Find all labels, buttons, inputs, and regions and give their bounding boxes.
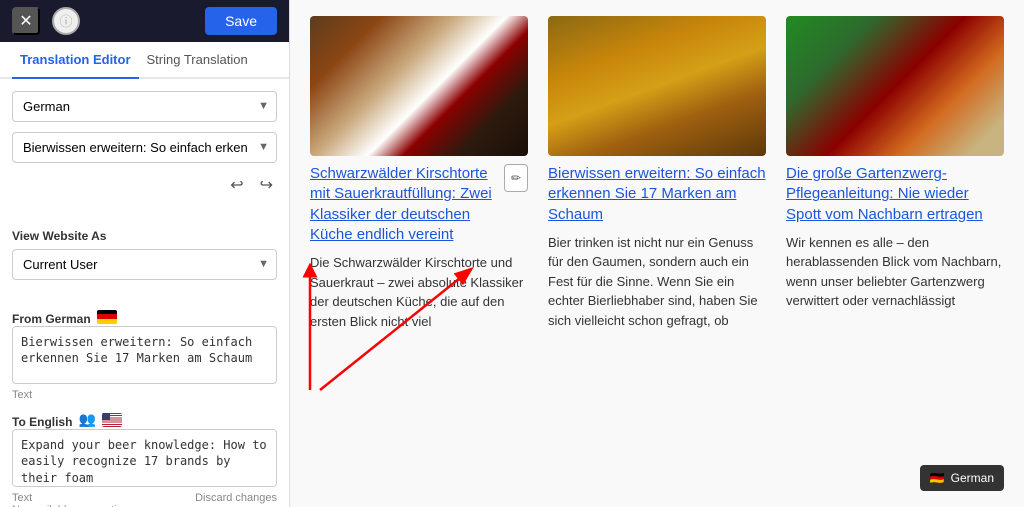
view-website-select[interactable]: Current User Guest Admin	[12, 249, 277, 280]
save-button[interactable]: Save	[205, 7, 277, 35]
article-body-cake: Die Schwarzwälder Kirschtorte und Sauerk…	[310, 253, 528, 331]
from-german-label: From German	[12, 312, 91, 326]
to-english-header: To English 👥	[12, 411, 277, 429]
language-select-wrapper[interactable]: German French Spanish ▼	[12, 91, 277, 122]
german-badge-label: German	[951, 471, 994, 485]
german-badge-flag: 🇩🇪	[930, 471, 945, 485]
article-body-beer: Bier trinken ist nicht nur ein Genuss fü…	[548, 233, 766, 331]
left-panel: ✕ ⓘ Save Translation Editor String Trans…	[0, 0, 290, 507]
article-image-gnome	[786, 16, 1004, 156]
language-select[interactable]: German French Spanish	[12, 91, 277, 122]
to-english-label: To English	[12, 415, 72, 429]
right-panel: Schwarzwälder Kirschtorte mit Sauerkraut…	[290, 0, 1024, 507]
article-image-beer	[548, 16, 766, 156]
to-english-sublabel: Text	[12, 492, 32, 504]
articles-grid: Schwarzwälder Kirschtorte mit Sauerkraut…	[310, 16, 1004, 331]
article-image-cake	[310, 16, 528, 156]
german-flag-icon	[97, 310, 117, 324]
to-english-section: To English 👥 Text Discard changes No ava…	[12, 411, 277, 507]
article-select-wrapper[interactable]: Bierwissen erweitern: So einfach erkenne…	[12, 132, 277, 163]
german-language-badge[interactable]: 🇩🇪 German	[920, 465, 1004, 491]
view-website-select-wrapper[interactable]: Current User Guest Admin ▼	[12, 249, 277, 280]
info-button[interactable]: ⓘ	[52, 7, 80, 35]
edit-pencil-button[interactable]: ✏	[504, 164, 528, 192]
article-title-cake[interactable]: Schwarzwälder Kirschtorte mit Sauerkraut…	[310, 164, 498, 245]
discard-changes-button[interactable]: Discard changes	[195, 492, 277, 504]
tab-translation-editor[interactable]: Translation Editor	[12, 42, 139, 79]
article-title-beer[interactable]: Bierwissen erweitern: So einfach erkenne…	[548, 164, 766, 225]
to-english-textarea[interactable]	[12, 429, 277, 487]
article-body-gnome: Wir kennen es alle – den herablassenden …	[786, 233, 1004, 311]
nav-arrows: ↩ ↪	[12, 173, 277, 197]
from-german-section: From German Text	[12, 308, 277, 401]
top-bar: ✕ ⓘ Save	[0, 0, 289, 42]
prev-arrow-button[interactable]: ↩	[226, 173, 247, 197]
article-title-wrapper-cake: Schwarzwälder Kirschtorte mit Sauerkraut…	[310, 164, 528, 245]
article-card-beer: Bierwissen erweitern: So einfach erkenne…	[548, 16, 766, 331]
view-website-section: View Website As Current User Guest Admin…	[12, 225, 277, 280]
panel-body: German French Spanish ▼ Bierwissen erwei…	[0, 79, 289, 507]
from-german-textarea[interactable]	[12, 326, 277, 384]
us-flag-icon	[102, 413, 122, 427]
from-german-sublabel: Text	[12, 389, 277, 401]
close-button[interactable]: ✕	[12, 7, 40, 35]
article-title-gnome[interactable]: Die große Gartenzwerg-Pflegeanleitung: N…	[786, 164, 1004, 225]
article-select[interactable]: Bierwissen erweitern: So einfach erkenne…	[12, 132, 277, 163]
article-card-cake: Schwarzwälder Kirschtorte mit Sauerkraut…	[310, 16, 528, 331]
article-card-gnome: Die große Gartenzwerg-Pflegeanleitung: N…	[786, 16, 1004, 331]
next-arrow-button[interactable]: ↪	[256, 173, 277, 197]
tabs: Translation Editor String Translation	[0, 42, 289, 79]
view-website-label: View Website As	[12, 229, 277, 243]
tab-string-translation[interactable]: String Translation	[139, 42, 256, 79]
people-icon: 👥	[78, 411, 95, 428]
from-german-header: From German	[12, 308, 277, 326]
